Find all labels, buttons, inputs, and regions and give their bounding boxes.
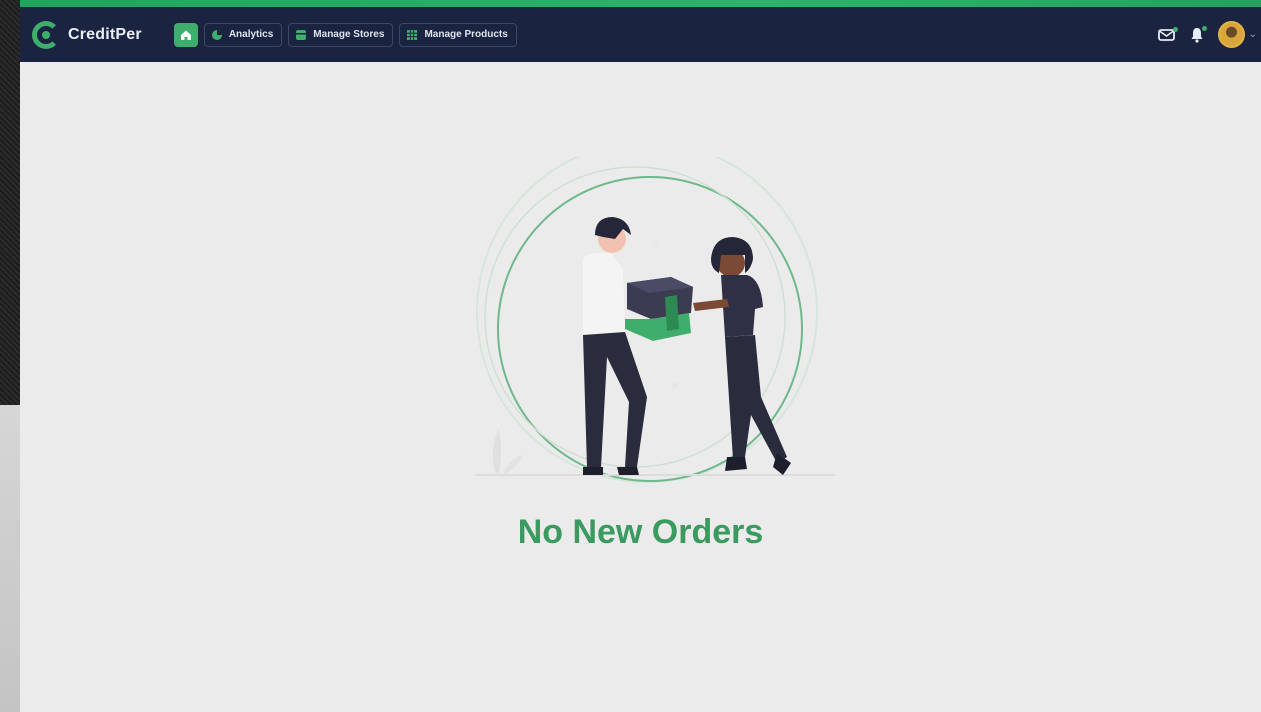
handing-over-package-illustration [475,157,835,483]
home-button[interactable] [173,22,198,47]
home-icon [180,30,191,40]
store-icon [296,29,307,40]
brand-logo-icon [32,20,60,49]
analytics-icon [211,29,222,40]
avatar [1217,21,1245,48]
notifications-button[interactable] [1190,25,1207,43]
brand[interactable]: CreditPer [32,20,142,49]
user-menu[interactable]: ⌄ [1217,21,1257,48]
nav-manage-stores-label: Manage Stores [313,29,385,40]
brand-name: CreditPer [68,25,142,43]
nav-manage-stores[interactable]: Manage Stores [288,22,394,47]
header-actions: ⌄ [1157,7,1261,62]
main-nav: Analytics Manage Stores Manage Products [173,22,517,47]
top-navbar: CreditPer Analytics Manage Stores Manage… [20,7,1261,62]
nav-analytics-label: Analytics [228,29,274,40]
chevron-down-icon: ⌄ [1248,29,1257,40]
main-content: No New Orders [20,62,1261,712]
empty-state-title: No New Orders [517,513,764,551]
nav-manage-products[interactable]: Manage Products [399,22,517,47]
mail-button[interactable] [1157,26,1178,42]
products-icon [407,29,418,40]
nav-analytics[interactable]: Analytics [203,22,283,47]
background-left-strip-lower [0,405,20,712]
nav-manage-products-label: Manage Products [424,29,508,40]
top-accent-line [20,0,1261,7]
